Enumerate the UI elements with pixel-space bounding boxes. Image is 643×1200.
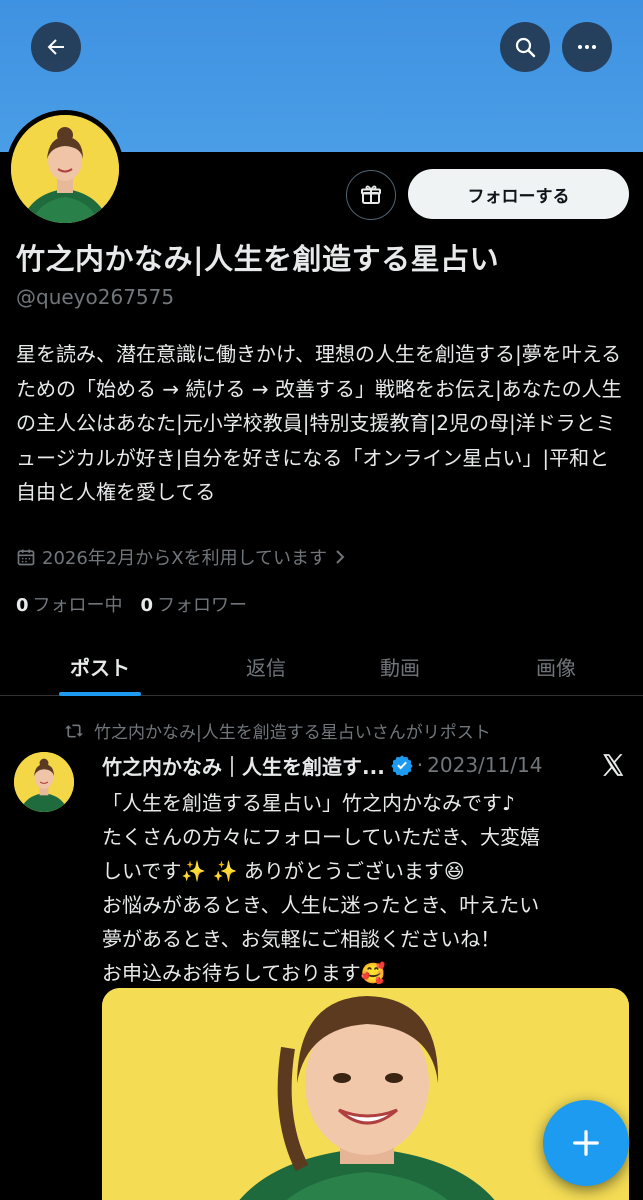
followers-count: 0 — [140, 595, 154, 616]
tab-videos[interactable]: 動画 — [340, 636, 460, 696]
active-tab-indicator — [59, 692, 141, 696]
profile-avatar[interactable] — [11, 115, 119, 223]
post-separator: · — [416, 753, 424, 777]
tab-images[interactable]: 画像 — [496, 636, 616, 696]
profile-bio: 星を読み、潜在意識に働きかけ、理想の人生を創造する|夢を叶えるための「始める →… — [16, 342, 622, 504]
post-image[interactable] — [102, 988, 629, 1200]
post-line: 「人生を創造する星占い」竹之内かなみです♪ — [102, 791, 515, 815]
followers-stat[interactable]: 0 フォロワー — [141, 591, 248, 617]
joined-date[interactable]: 2026年2月からXを利用しています — [16, 544, 347, 570]
tab-posts[interactable]: ポスト — [40, 636, 160, 696]
calendar-icon — [17, 549, 35, 566]
repost-icon — [65, 723, 83, 738]
compose-button[interactable] — [543, 1100, 629, 1186]
post-body: 「人生を創造する星占い」竹之内かなみです♪ たくさんの方々にフォローしていただき… — [102, 786, 622, 990]
following-label: フォロー中 — [32, 595, 123, 616]
profile-handle: @queyo267575 — [16, 285, 175, 309]
profile-tabs: ポスト 返信 動画 画像 — [0, 636, 643, 696]
search-icon — [515, 37, 536, 58]
post-header: 竹之内かなみ｜人生を創造す... · 2023/11/14 — [102, 750, 542, 780]
gift-button[interactable] — [346, 170, 396, 220]
more-button[interactable] — [562, 22, 612, 72]
followers-label: フォロワー — [157, 595, 248, 616]
chevron-right-icon — [336, 550, 345, 564]
post-line: 夢があるとき、お気軽にご相談くださいね！ — [102, 927, 501, 951]
follow-button[interactable]: フォローする — [408, 169, 629, 219]
post-line: しいです✨ ✨ ありがとうございます😆 — [102, 859, 465, 883]
profile-avatar-frame — [6, 110, 124, 228]
search-button[interactable] — [500, 22, 550, 72]
following-count: 0 — [16, 595, 29, 616]
gift-icon — [361, 185, 381, 204]
tab-replies[interactable]: 返信 — [206, 636, 326, 696]
post-line: たくさんの方々にフォローしていただき、大変嬉 — [102, 825, 540, 849]
joined-text: 2026年2月からXを利用しています — [42, 548, 328, 569]
x-logo-icon — [603, 754, 624, 776]
post-avatar[interactable] — [14, 752, 74, 812]
repost-text: 竹之内かなみ|人生を創造する星占いさんがリポスト — [94, 723, 491, 743]
post-line: お申込みお待ちしております🥰 — [102, 961, 386, 985]
following-stat[interactable]: 0 フォロー中 — [16, 591, 123, 617]
repost-indicator[interactable]: 竹之内かなみ|人生を創造する星占いさんがリポスト — [64, 718, 491, 743]
profile-page: フォローする 竹之内かなみ|人生を創造する星占い @queyo267575 星を… — [0, 0, 643, 1200]
follow-stats: 0 フォロー中 0 フォロワー — [16, 591, 247, 617]
arrow-left-icon — [47, 39, 64, 55]
more-horizontal-icon — [578, 45, 596, 49]
profile-display-name: 竹之内かなみ|人生を創造する星占い — [16, 242, 500, 276]
post-author[interactable]: 竹之内かなみ｜人生を創造す... — [102, 751, 385, 780]
back-button[interactable] — [31, 22, 81, 72]
verified-badge-icon — [391, 754, 413, 776]
plus-icon — [573, 1130, 599, 1156]
post-line: お悩みがあるとき、人生に迷ったとき、叶えたい — [102, 893, 540, 917]
post-date[interactable]: 2023/11/14 — [427, 753, 542, 777]
